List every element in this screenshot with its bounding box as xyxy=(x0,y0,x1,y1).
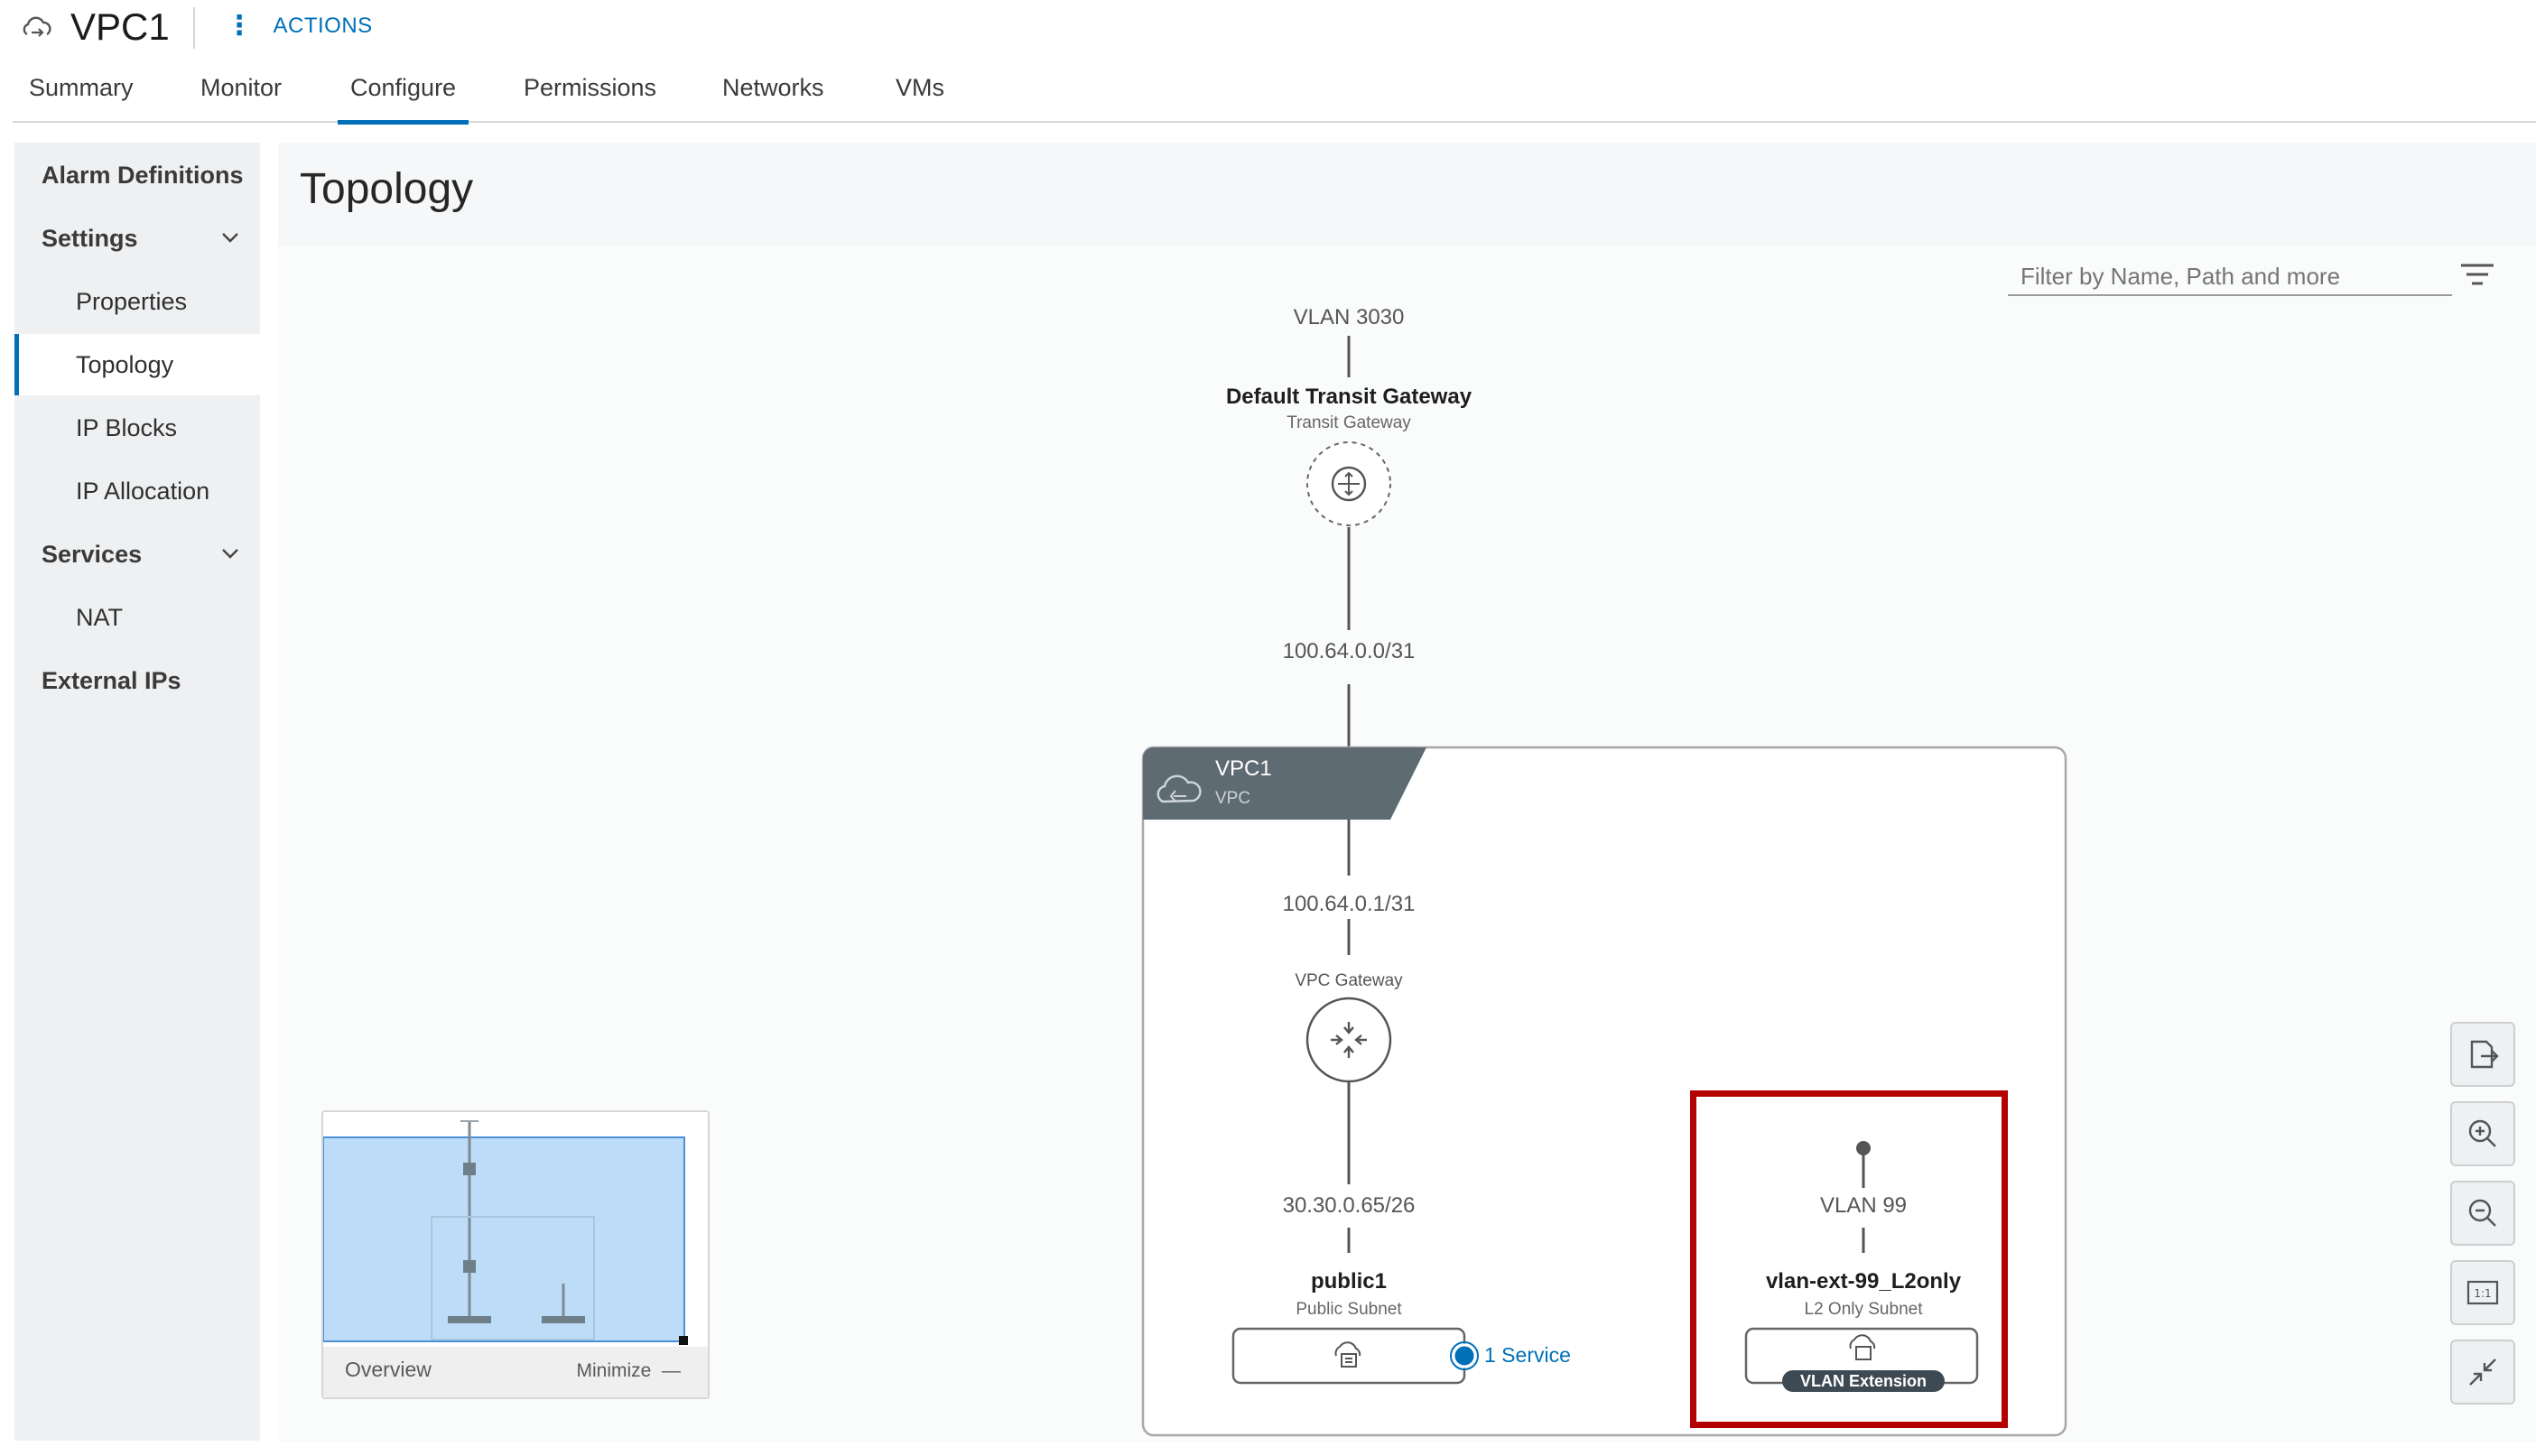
fit-to-screen-button[interactable] xyxy=(2450,1340,2515,1405)
svg-text:1:1: 1:1 xyxy=(2474,1287,2491,1300)
public-subnet-node xyxy=(1231,1327,1466,1385)
chevron-down-icon xyxy=(222,549,238,559)
sidebar-item-label: Settings xyxy=(42,224,138,252)
sidebar-item-label: Topology xyxy=(76,350,174,378)
zoom-in-icon xyxy=(2468,1119,2496,1147)
service-dot xyxy=(1452,1343,1477,1368)
actions-label: ACTIONS xyxy=(273,14,373,38)
export-icon xyxy=(2470,1040,2499,1069)
overview-label: Overview xyxy=(345,1358,432,1381)
vpc-gateway-node xyxy=(1305,997,1392,1083)
header-divider xyxy=(193,7,195,49)
sidebar-item-label: IP Blocks xyxy=(76,413,178,441)
page-object-title: VPC1 xyxy=(70,5,170,48)
sidebar-item-settings[interactable]: Settings xyxy=(14,208,260,269)
object-header: VPC1 ⋮ ACTIONS xyxy=(0,0,2536,63)
one-to-one-icon: 1:1 xyxy=(2466,1280,2499,1305)
tab-vms[interactable]: VMs xyxy=(896,74,944,123)
tab-configure[interactable]: Configure xyxy=(337,74,469,125)
actual-size-button[interactable]: 1:1 xyxy=(2450,1260,2515,1325)
sidebar-item-label: Services xyxy=(42,540,143,568)
vpc-gateway-label: VPC Gateway xyxy=(1295,971,1403,990)
sidebar-item-nat[interactable]: NAT xyxy=(14,587,260,648)
zoom-out-icon xyxy=(2468,1199,2496,1227)
zoom-out-button[interactable] xyxy=(2450,1181,2515,1246)
tab-bar: Summary Monitor Configure Permissions Ne… xyxy=(13,63,2536,125)
sidebar: Alarm Definitions Settings Properties To… xyxy=(14,143,260,1441)
export-button[interactable] xyxy=(2450,1022,2515,1087)
sidebar-item-label: NAT xyxy=(76,603,123,631)
minimize-label: Minimize xyxy=(576,1360,652,1381)
overview-minimap[interactable] xyxy=(322,1112,708,1347)
tab-networks[interactable]: Networks xyxy=(722,74,824,123)
public-subnet-cidr: 30.30.0.65/26 xyxy=(1282,1193,1416,1218)
transit-link-cidr: 100.64.0.0/31 xyxy=(1282,639,1416,663)
page-title: Topology xyxy=(300,165,474,213)
sidebar-item-label: External IPs xyxy=(42,666,181,694)
sidebar-item-topology[interactable]: Topology xyxy=(14,334,260,395)
vpc-header-tab xyxy=(1143,747,1426,820)
topology-canvas[interactable]: VLAN 3030 Default Transit Gateway Transi… xyxy=(278,246,2536,1442)
service-count-link[interactable]: 1 Service xyxy=(1484,1343,1571,1368)
sidebar-item-external-ips[interactable]: External IPs xyxy=(14,650,260,711)
vlan-top-label: VLAN 3030 xyxy=(1293,305,1405,329)
tab-monitor[interactable]: Monitor xyxy=(200,74,282,123)
vpc-link-cidr: 100.64.0.1/31 xyxy=(1282,892,1416,916)
overview-panel[interactable]: Overview Minimize — xyxy=(321,1110,710,1399)
overview-footer: Overview Minimize — xyxy=(323,1347,708,1397)
sidebar-item-label: Alarm Definitions xyxy=(42,161,244,189)
sidebar-item-label: IP Allocation xyxy=(76,477,210,505)
zoom-in-button[interactable] xyxy=(2450,1101,2515,1166)
chevron-down-icon xyxy=(222,233,238,243)
sidebar-item-ip-allocation[interactable]: IP Allocation xyxy=(14,460,260,522)
sidebar-item-label: Properties xyxy=(76,287,188,315)
tab-permissions[interactable]: Permissions xyxy=(524,74,656,123)
public-subnet-name[interactable]: public1 xyxy=(1259,1269,1439,1294)
public-subnet-type: Public Subnet xyxy=(1296,1300,1402,1319)
actions-menu-button[interactable]: ⋮ ACTIONS xyxy=(226,13,373,40)
kebab-icon: ⋮ xyxy=(226,11,254,41)
vpc-type: VPC xyxy=(1215,789,1251,808)
vpc-cloud-icon xyxy=(23,16,51,37)
minimize-button[interactable]: Minimize — xyxy=(576,1360,681,1382)
highlight-box xyxy=(1690,1090,2008,1428)
sidebar-item-alarm-definitions[interactable]: Alarm Definitions xyxy=(14,144,260,206)
vpc-name: VPC1 xyxy=(1215,756,1272,781)
transit-gateway-type: Transit Gateway xyxy=(1287,413,1411,432)
tab-summary[interactable]: Summary xyxy=(29,74,134,123)
sidebar-item-ip-blocks[interactable]: IP Blocks xyxy=(14,397,260,459)
transit-gateway-name[interactable]: Default Transit Gateway xyxy=(1213,385,1484,410)
main-content: Topology Filter by Name, Path and more V… xyxy=(278,143,2536,1442)
sidebar-item-properties[interactable]: Properties xyxy=(14,271,260,332)
collapse-arrows-icon xyxy=(2469,1359,2496,1386)
sidebar-item-services[interactable]: Services xyxy=(14,524,260,585)
